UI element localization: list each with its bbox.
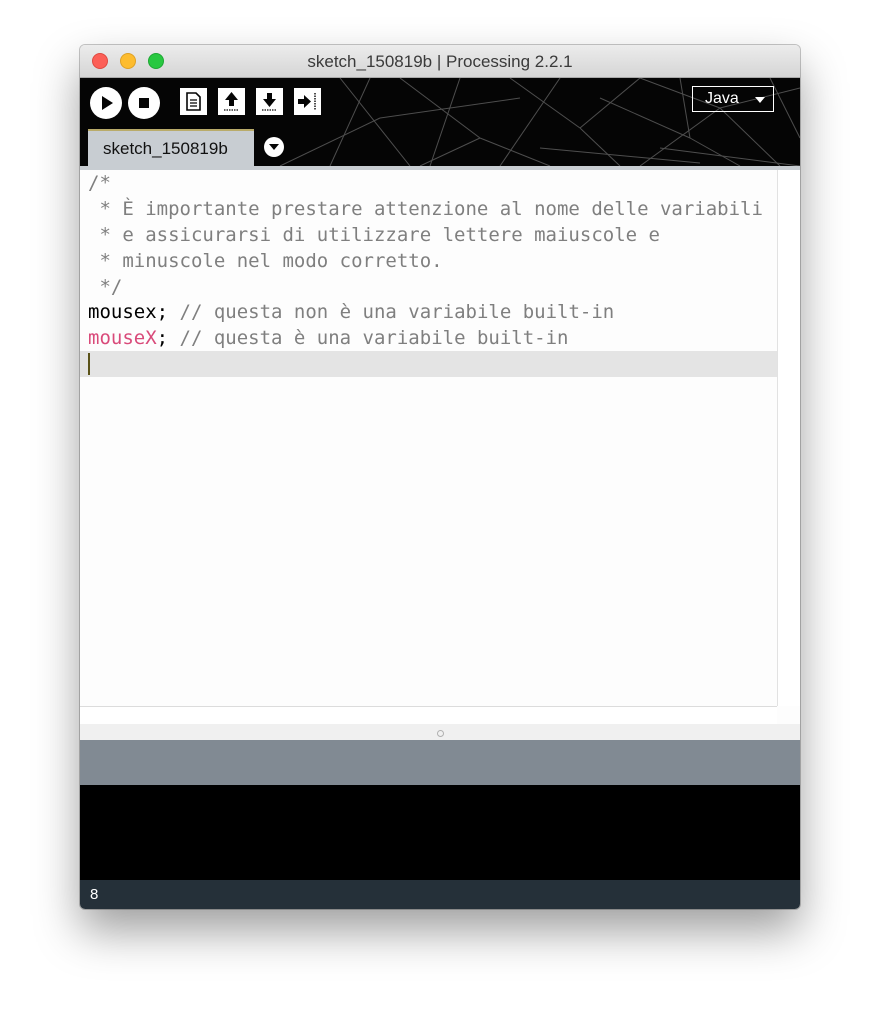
console[interactable]: [80, 785, 800, 880]
vertical-scrollbar[interactable]: [777, 170, 800, 706]
stop-button[interactable]: [128, 87, 160, 119]
identifier: mousex: [88, 301, 157, 323]
semicolon: ;: [156, 301, 169, 323]
message-area: [80, 740, 800, 785]
footer-bar: 8: [80, 880, 800, 909]
chevron-down-icon: [269, 144, 279, 150]
new-sketch-icon: [186, 92, 201, 111]
export-icon: [298, 93, 316, 110]
mode-select-label: Java: [705, 90, 739, 107]
open-icon: [224, 92, 239, 111]
save-icon: [262, 93, 277, 111]
comment: // questa è una variabile built-in: [168, 327, 569, 349]
run-icon: [102, 96, 113, 110]
tab-label: sketch_150819b: [103, 139, 228, 158]
code-line-3: * e assicurarsi di utilizzare lettere ma…: [88, 224, 660, 246]
current-line-highlight: [80, 351, 777, 377]
horizontal-scrollbar[interactable]: [80, 706, 777, 724]
code-line-4: * minuscole nel modo corretto.: [88, 250, 443, 272]
toolbar: Java sketch_150819b: [80, 78, 800, 166]
run-button[interactable]: [90, 87, 122, 119]
stop-icon: [139, 98, 149, 108]
pane-divider[interactable]: [80, 724, 800, 740]
semicolon: ;: [156, 327, 169, 349]
new-sketch-button[interactable]: [180, 88, 207, 115]
line-number: 8: [90, 886, 99, 903]
code-line-1: /*: [88, 172, 111, 194]
code-line-7: mouseX; // questa è una variabile built-…: [88, 325, 568, 351]
open-button[interactable]: [218, 88, 245, 115]
code-editor[interactable]: /* * È importante prestare attenzione al…: [80, 170, 777, 706]
divider-handle-icon[interactable]: [437, 730, 444, 737]
window-title: sketch_150819b | Processing 2.2.1: [307, 52, 573, 71]
export-button[interactable]: [294, 88, 321, 115]
tab-menu-button[interactable]: [264, 137, 284, 157]
chevron-down-icon: [755, 97, 765, 103]
comment: // questa non è una variabile built-in: [168, 301, 615, 323]
title-bar[interactable]: sketch_150819b | Processing 2.2.1: [80, 45, 800, 78]
code-line-6: mousex; // questa non è una variabile bu…: [88, 299, 614, 325]
code-line-2: * È importante prestare attenzione al no…: [88, 198, 763, 220]
text-caret: [88, 353, 90, 375]
processing-window: sketch_150819b | Processing 2.2.1 Java s…: [80, 45, 800, 909]
tab-sketch[interactable]: sketch_150819b: [88, 129, 254, 166]
mode-select[interactable]: Java: [692, 86, 774, 112]
save-button[interactable]: [256, 88, 283, 115]
code-line-5: */: [88, 276, 123, 298]
builtin-identifier: mouseX: [88, 327, 157, 349]
